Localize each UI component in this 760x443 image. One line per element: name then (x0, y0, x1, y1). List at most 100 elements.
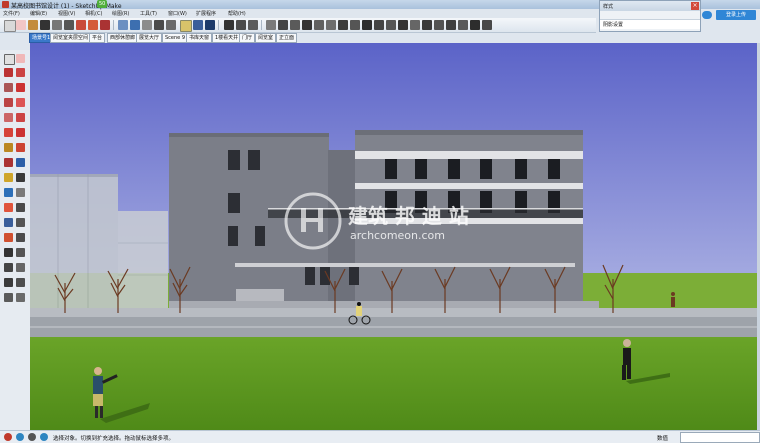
styles-panel-header[interactable]: 样式 × (600, 1, 700, 11)
select-icon[interactable] (4, 54, 15, 65)
style-icon[interactable] (236, 20, 246, 30)
scene-tab[interactable]: 西部休憩廊 (107, 33, 139, 43)
circle-icon[interactable] (16, 83, 25, 92)
previous-view-icon[interactable] (410, 20, 420, 30)
scene-tab[interactable]: 平台 (89, 33, 106, 43)
shadow-icon[interactable] (248, 20, 258, 30)
rotate-icon[interactable] (16, 143, 25, 152)
offset-icon[interactable] (100, 20, 110, 30)
text-icon[interactable] (130, 20, 140, 30)
push-pull-icon[interactable] (4, 113, 13, 122)
fog-icon[interactable] (266, 20, 276, 30)
model-viewport[interactable]: 建筑 邦 迪 站 archcomeon.com (30, 43, 757, 430)
select-icon[interactable] (4, 20, 16, 32)
menu-view[interactable]: 视图(V) (58, 10, 75, 17)
axes-icon[interactable] (314, 20, 324, 30)
zoom-window-icon[interactable] (16, 218, 25, 227)
rectangle-icon[interactable] (4, 83, 13, 92)
section-plane-icon[interactable] (16, 263, 25, 272)
line-icon[interactable] (40, 20, 50, 30)
push-pull-icon[interactable] (64, 20, 74, 30)
measurements-input[interactable] (680, 432, 760, 443)
warehouse-icon[interactable] (193, 20, 203, 30)
eraser-icon[interactable] (16, 20, 26, 30)
rotate-icon[interactable] (88, 20, 98, 30)
dimension-icon[interactable] (4, 173, 13, 182)
eraser-icon[interactable] (16, 54, 25, 63)
pan-icon[interactable] (16, 203, 25, 212)
scene-tab[interactable]: 书库天窗 (186, 33, 213, 43)
menu-draw[interactable]: 绘图(R) (112, 10, 129, 17)
3d-text-icon[interactable] (16, 188, 25, 197)
look-around-icon[interactable] (398, 20, 408, 30)
update-badge[interactable]: 50 (97, 0, 108, 8)
back-view-icon[interactable] (482, 20, 492, 30)
section-icon[interactable] (224, 20, 234, 30)
zoom-extents-icon[interactable] (180, 20, 192, 32)
zoom-icon[interactable] (166, 20, 176, 30)
front-view-icon[interactable] (446, 20, 456, 30)
scene-tab[interactable]: 阅览室 (255, 33, 277, 43)
walk-alt-icon[interactable] (4, 278, 13, 287)
freehand-icon[interactable] (16, 98, 25, 107)
menu-extensions[interactable]: 扩展程序 (196, 10, 216, 17)
menu-window[interactable]: 窗口(W) (168, 10, 187, 17)
scale-icon[interactable] (16, 128, 25, 137)
geo-location-icon[interactable] (4, 433, 12, 441)
arc-icon[interactable] (16, 68, 25, 77)
menu-edit[interactable]: 编辑(E) (30, 10, 47, 17)
offset-icon[interactable] (4, 128, 13, 137)
scene-tab[interactable]: 展览大厅 (136, 33, 163, 43)
shadow-settings-row[interactable]: 阴影设置 (600, 19, 700, 29)
tape-icon[interactable] (118, 20, 128, 30)
menu-camera[interactable]: 相机(C) (85, 10, 102, 17)
extension-icon[interactable] (205, 20, 215, 30)
scene-tab[interactable]: 阅览室夹层空间 (50, 33, 92, 43)
camera-icon[interactable] (278, 20, 288, 30)
pan-icon[interactable] (154, 20, 164, 30)
menu-file[interactable]: 文件(F) (3, 10, 20, 17)
walk-icon[interactable] (16, 248, 25, 257)
scene-tab[interactable]: 正立面 (276, 33, 298, 43)
line-icon[interactable] (4, 68, 13, 77)
help-icon[interactable] (40, 433, 48, 441)
tape-icon[interactable] (4, 158, 13, 167)
camera-alt-icon[interactable] (16, 278, 25, 287)
follow-me-icon[interactable] (16, 113, 25, 122)
look-around-icon[interactable] (4, 263, 13, 272)
follow-me-icon[interactable] (362, 20, 372, 30)
previous-view-icon[interactable] (16, 233, 25, 242)
next-view-icon[interactable] (422, 20, 432, 30)
scene-tab[interactable]: 门厅 (239, 33, 256, 43)
move-icon[interactable] (4, 143, 13, 152)
protractor-icon[interactable] (338, 20, 348, 30)
paint-icon[interactable] (28, 20, 38, 30)
orbit-icon[interactable] (4, 203, 13, 212)
section-plane-icon[interactable] (350, 20, 360, 30)
position-camera-icon[interactable] (386, 20, 396, 30)
eye-icon[interactable] (16, 293, 25, 302)
close-icon[interactable]: × (691, 2, 699, 10)
top-view-icon[interactable] (434, 20, 444, 30)
login-upload-button[interactable]: 登录上传 (716, 10, 756, 20)
user-icon[interactable] (28, 433, 36, 441)
zoom-extents-icon[interactable] (4, 233, 13, 242)
scene-tab[interactable]: Scene 9 (162, 33, 189, 43)
iso-view-icon[interactable] (470, 20, 480, 30)
credits-icon[interactable] (16, 433, 24, 441)
protractor-icon[interactable] (16, 158, 25, 167)
rectangle-icon[interactable] (52, 20, 62, 30)
axes-icon[interactable] (16, 173, 25, 182)
scene-tab[interactable]: 1楼看天井 (212, 33, 242, 43)
polygon-icon[interactable] (4, 98, 13, 107)
zoom-icon[interactable] (4, 218, 13, 227)
right-view-icon[interactable] (458, 20, 468, 30)
menu-tools[interactable]: 工具(T) (140, 10, 157, 17)
footprint-icon[interactable] (4, 293, 13, 302)
orbit-icon[interactable] (142, 20, 152, 30)
scale-icon[interactable] (374, 20, 384, 30)
text-icon[interactable] (4, 188, 13, 197)
dimension-icon[interactable] (326, 20, 336, 30)
look-icon[interactable] (302, 20, 312, 30)
position-camera-icon[interactable] (4, 248, 13, 257)
